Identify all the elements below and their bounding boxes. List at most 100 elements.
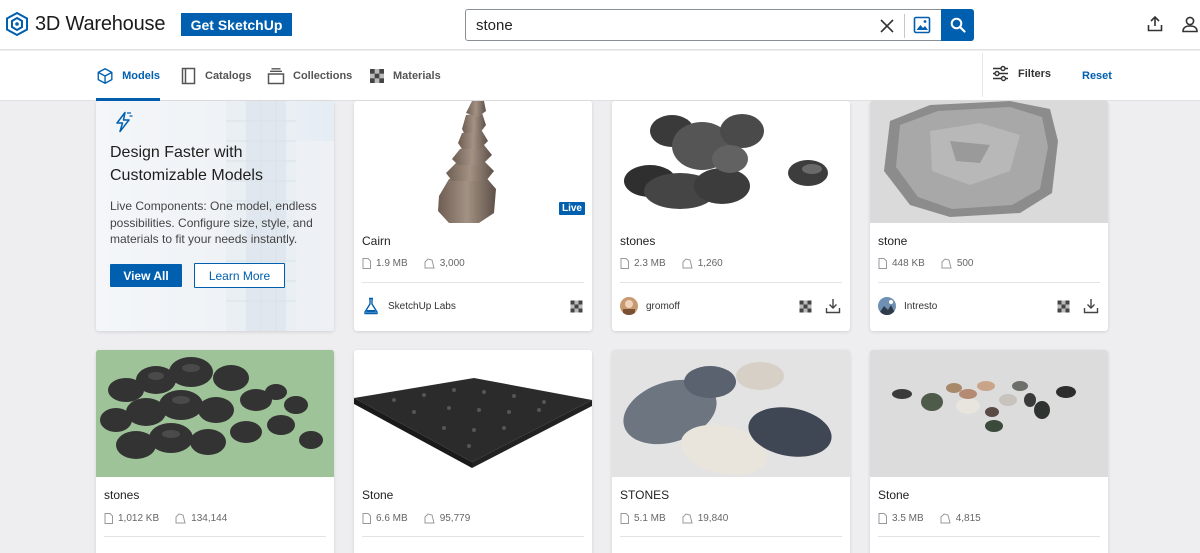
- model-card[interactable]: Stone 6.6 MB 95,779: [354, 350, 592, 553]
- tab-label: Catalogs: [205, 70, 252, 82]
- author-name: Intresto: [904, 300, 938, 312]
- model-card[interactable]: stones 2.3 MB 1,260 gromoff: [612, 101, 850, 331]
- catalog-icon: [181, 67, 196, 85]
- tab-label: Models: [122, 70, 160, 82]
- logo-text: 3D Warehouse: [35, 12, 166, 35]
- view-count: 1,260: [682, 258, 723, 269]
- model-thumbnail[interactable]: Live: [354, 101, 592, 223]
- view-count-value: 19,840: [697, 513, 729, 524]
- views-icon: [682, 258, 693, 269]
- tab-label: Collections: [293, 70, 353, 82]
- model-title[interactable]: Cairn: [362, 234, 391, 248]
- author-name: gromoff: [646, 300, 680, 312]
- tab-catalogs[interactable]: Catalogs: [181, 51, 251, 101]
- model-card[interactable]: stones 1,012 KB 134,144: [96, 350, 334, 553]
- file-icon: [362, 513, 371, 524]
- filters-divider: [982, 53, 983, 97]
- download-icon[interactable]: [825, 298, 841, 314]
- model-meta: 1.9 MB 3,000: [362, 258, 481, 269]
- card-divider: [362, 282, 584, 283]
- file-icon: [878, 513, 887, 524]
- file-icon: [620, 513, 629, 524]
- model-meta: 6.6 MB 95,779: [362, 513, 486, 524]
- materials-icon[interactable]: [1057, 300, 1070, 313]
- tab-materials[interactable]: Materials: [369, 51, 441, 101]
- learn-more-button[interactable]: Learn More: [194, 263, 285, 288]
- model-thumbnail[interactable]: [870, 101, 1108, 223]
- model-meta: 3.5 MB 4,815: [878, 513, 997, 524]
- user-account-icon[interactable]: [1181, 15, 1199, 33]
- model-thumbnail[interactable]: [612, 101, 850, 223]
- view-count: 500: [941, 258, 974, 269]
- file-size: 2.3 MB: [620, 258, 666, 269]
- file-icon: [104, 513, 113, 524]
- avatar: [620, 297, 638, 315]
- tab-models[interactable]: Models: [96, 51, 160, 101]
- view-count-value: 1,260: [697, 258, 723, 269]
- model-title[interactable]: stones: [620, 234, 655, 248]
- author-link[interactable]: SketchUp Labs: [362, 297, 456, 315]
- file-size: 448 KB: [878, 258, 925, 269]
- card-divider: [620, 282, 842, 283]
- filters-label: Filters: [1018, 67, 1052, 80]
- model-title[interactable]: Stone: [362, 488, 393, 502]
- image-search-icon[interactable]: [911, 14, 933, 36]
- category-tab-bar: Models Catalogs Collections Materials Fi…: [0, 51, 1200, 101]
- model-meta: 2.3 MB 1,260: [620, 258, 739, 269]
- search-input[interactable]: [476, 10, 866, 40]
- view-count: 19,840: [682, 513, 729, 524]
- flask-icon: [364, 297, 378, 315]
- card-divider: [620, 536, 842, 537]
- get-sketchup-button[interactable]: Get SketchUp: [181, 13, 292, 36]
- model-title[interactable]: stones: [104, 488, 139, 502]
- materials-icon[interactable]: [799, 300, 812, 313]
- model-thumbnail[interactable]: [96, 350, 334, 477]
- model-title[interactable]: stone: [878, 234, 907, 248]
- materials-icon[interactable]: [570, 300, 583, 313]
- download-icon[interactable]: [1083, 298, 1099, 314]
- file-size: 1,012 KB: [104, 513, 159, 524]
- model-card[interactable]: Stone 3.5 MB 4,815: [870, 350, 1108, 553]
- card-actions: [570, 300, 583, 313]
- cube-icon: [97, 68, 113, 84]
- model-card[interactable]: stone 448 KB 500 Intresto: [870, 101, 1108, 331]
- reset-filters-link[interactable]: Reset: [1082, 70, 1112, 82]
- view-all-button[interactable]: View All: [110, 264, 182, 287]
- card-divider: [362, 536, 584, 537]
- model-thumbnail[interactable]: [612, 350, 850, 477]
- upload-icon[interactable]: [1146, 15, 1164, 33]
- file-icon: [620, 258, 629, 269]
- search-icon: [950, 17, 966, 33]
- search-button[interactable]: [941, 9, 974, 41]
- promo-title: Design Faster with Customizable Models: [110, 144, 263, 184]
- promo-card: Design Faster with Customizable Models L…: [96, 101, 334, 331]
- view-count-value: 134,144: [191, 513, 228, 524]
- search-divider: [904, 14, 905, 38]
- model-title[interactable]: STONES: [620, 488, 669, 502]
- model-card[interactable]: Live Cairn 1.9 MB 3,000 SketchUp Labs: [354, 101, 592, 331]
- card-divider: [104, 536, 326, 537]
- live-badge: Live: [558, 202, 585, 215]
- filters-sliders-icon: [993, 65, 1008, 82]
- view-count-value: 3,000: [439, 258, 465, 269]
- author-link[interactable]: gromoff: [620, 297, 680, 315]
- logo[interactable]: 3D Warehouse: [5, 12, 165, 36]
- promo-description: Live Components: One model, endless poss…: [110, 199, 317, 246]
- file-icon: [362, 258, 371, 269]
- model-thumbnail[interactable]: [354, 350, 592, 477]
- tab-label: Materials: [393, 70, 441, 82]
- model-meta: 448 KB 500: [878, 258, 990, 269]
- tab-collections[interactable]: Collections: [267, 51, 352, 101]
- model-card[interactable]: STONES 5.1 MB 19,840: [612, 350, 850, 553]
- view-count: 134,144: [175, 513, 227, 524]
- view-count: 3,000: [424, 258, 465, 269]
- view-count-value: 500: [956, 258, 974, 269]
- file-size: 6.6 MB: [362, 513, 408, 524]
- filters-button[interactable]: Filters: [992, 65, 1051, 82]
- model-thumbnail[interactable]: [870, 350, 1108, 477]
- model-title[interactable]: Stone: [878, 488, 909, 502]
- clear-search-icon[interactable]: [876, 15, 898, 37]
- author-link[interactable]: Intresto: [878, 297, 937, 315]
- author-name: SketchUp Labs: [388, 300, 456, 312]
- search-bar: [465, 9, 974, 41]
